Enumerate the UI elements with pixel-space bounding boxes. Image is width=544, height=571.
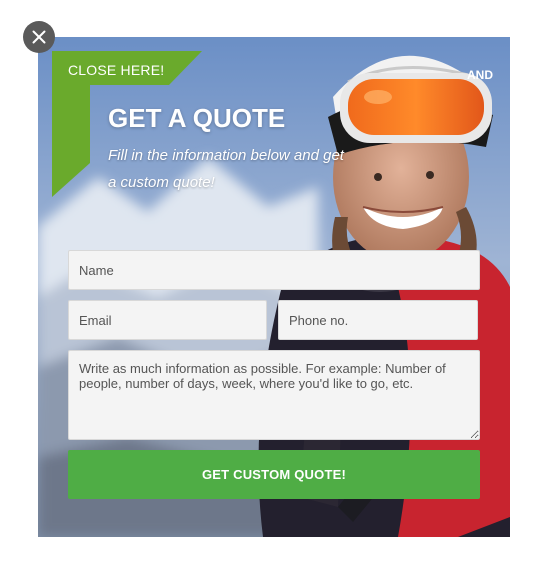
- close-icon: [32, 30, 46, 44]
- close-here-link[interactable]: CLOSE HERE!: [68, 62, 164, 78]
- popup-subtitle: Fill in the information below and get a …: [108, 147, 344, 191]
- phone-input[interactable]: [278, 300, 478, 340]
- message-textarea[interactable]: [68, 350, 480, 440]
- get-custom-quote-button[interactable]: GET CUSTOM QUOTE!: [68, 450, 480, 499]
- quote-popup: AND CLOSE HERE! GET A QUOTE Fill in the …: [38, 37, 510, 537]
- goggle-brand-text: AND: [467, 68, 493, 82]
- popup-title: GET A QUOTE: [108, 103, 286, 133]
- close-button[interactable]: [23, 21, 55, 53]
- name-input[interactable]: [68, 250, 480, 290]
- email-input[interactable]: [68, 300, 267, 340]
